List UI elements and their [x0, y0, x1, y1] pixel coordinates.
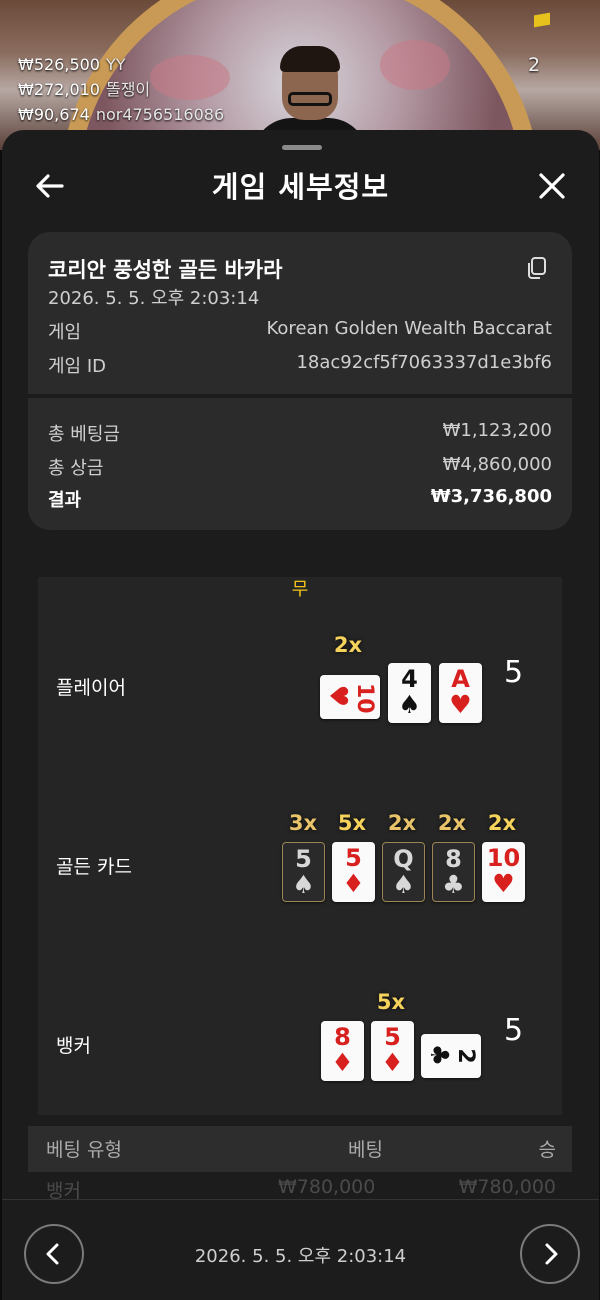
game-label: 게임 — [48, 322, 82, 343]
golden-card-label: 골든 카드 — [56, 856, 132, 878]
card-rank: 5 — [384, 1023, 401, 1051]
result-value: ₩3,736,800 — [430, 486, 552, 507]
result-label: 결과 — [48, 490, 82, 511]
game-id-value: 18ac92cf5f7063337d1e3bf6 — [296, 352, 552, 373]
winner-entry: ₩272,010 똘쟁이 — [18, 77, 224, 102]
golden-card: 5 ♠ — [282, 842, 325, 902]
flag-icon — [534, 12, 550, 28]
bet-amount-header: 베팅 — [348, 1139, 383, 1161]
banker-label: 뱅커 — [56, 1035, 91, 1057]
golden-multiplier: 2x — [387, 811, 417, 835]
card-rank: 10 — [352, 683, 377, 714]
golden-multiplier: 5x — [337, 811, 367, 835]
card-rank: 5 — [295, 845, 312, 873]
banker-card: 5 ♦ — [371, 1021, 414, 1081]
card-rank: A — [451, 665, 470, 693]
bet-win-cell: ₩780,000 — [458, 1176, 556, 1198]
banker-card: 8 ♦ — [321, 1021, 364, 1081]
game-datetime: 2026. 5. 5. 오후 2:03:14 — [48, 288, 260, 309]
game-value: Korean Golden Wealth Baccarat — [266, 318, 552, 339]
game-id-label: 게임 ID — [48, 356, 107, 377]
total-bet-label: 총 베팅금 — [48, 424, 120, 445]
page-title: 게임 세부정보 — [211, 170, 390, 204]
close-icon — [539, 173, 565, 199]
player-card: 4 ♠ — [388, 663, 431, 723]
round-result-board: 무 플레이어 2x 10 ♥ 4 ♠ A ♥ 5 골든 카드 3x 5x 2x … — [38, 577, 562, 1115]
heart-suit-icon: ♥ — [449, 690, 472, 719]
golden-card: 5 ♦ — [332, 842, 375, 902]
copy-icon — [528, 257, 546, 279]
round-navigation-footer: 2026. 5. 5. 오후 2:03:14 — [2, 1199, 599, 1300]
player-multiplier: 2x — [333, 633, 363, 657]
heart-suit-icon: ♥ — [492, 869, 515, 898]
winner-amount: ₩90,674 — [18, 105, 90, 124]
close-button[interactable] — [534, 168, 570, 204]
player-card: 10 ♥ — [320, 675, 380, 719]
player-label: 플레이어 — [56, 677, 126, 699]
bet-summary-card: 총 베팅금 ₩1,123,200 총 상금 ₩4,860,000 결과 ₩3,7… — [28, 398, 572, 530]
bet-amount-cell: ₩780,000 — [278, 1176, 376, 1198]
golden-card: 10 ♥ — [482, 842, 525, 902]
winners-list: ₩526,500 YY ₩272,010 똘쟁이 ₩90,674 nor4756516… — [18, 52, 224, 127]
next-round-button[interactable] — [520, 1224, 580, 1284]
club-suit-icon: ♣ — [442, 870, 465, 899]
winner-name: YY — [105, 55, 126, 74]
winner-amount: ₩272,010 — [18, 80, 100, 99]
chevron-right-icon — [545, 1243, 558, 1265]
card-rank: 5 — [345, 844, 362, 872]
card-rank: 8 — [334, 1023, 351, 1051]
table-row: 뱅커 ₩780,000 ₩780,000 — [28, 1172, 572, 1202]
sheet-grabber-handle[interactable] — [282, 145, 322, 150]
blossom-decoration — [380, 40, 450, 90]
spade-suit-icon: ♠ — [392, 870, 415, 899]
bet-type-header: 베팅 유형 — [46, 1139, 122, 1161]
game-info-card: 코리안 풍성한 골든 바카라 2026. 5. 5. 오후 2:03:14 게임… — [28, 232, 572, 394]
viewer-count: 2 — [528, 54, 541, 76]
banker-multiplier: 5x — [376, 990, 406, 1014]
card-rank: 8 — [445, 845, 462, 873]
tie-label: 무 — [291, 579, 309, 600]
player-card: A ♥ — [439, 663, 482, 723]
footer-datetime: 2026. 5. 5. 오후 2:03:14 — [194, 1246, 407, 1267]
diamond-suit-icon: ♦ — [331, 1048, 354, 1077]
dealer-hair — [280, 46, 340, 72]
app-root: 2 ₩526,500 YY ₩272,010 똘쟁이 ₩90,674 nor47565… — [0, 0, 600, 1300]
golden-multiplier: 2x — [487, 811, 517, 835]
total-win-value: ₩4,860,000 — [442, 454, 552, 475]
copy-button[interactable] — [526, 256, 548, 280]
card-rank: 4 — [401, 665, 418, 693]
golden-card: Q ♠ — [382, 842, 425, 902]
diamond-suit-icon: ♦ — [381, 1048, 404, 1077]
game-details-sheet: 게임 세부정보 코리안 풍성한 골든 바카라 2026. 5. 5. 오후 2:… — [2, 130, 599, 1300]
banker-card: 2 ♣ — [421, 1034, 481, 1078]
total-win-label: 총 상금 — [48, 458, 104, 479]
winner-entry: ₩90,674 nor4756516086 — [18, 102, 224, 127]
bet-table-header: 베팅 유형 베팅 승 — [28, 1126, 572, 1172]
total-bet-value: ₩1,123,200 — [442, 420, 552, 441]
spade-suit-icon: ♠ — [292, 870, 315, 899]
dealer-glasses — [288, 92, 332, 106]
banker-score: 5 — [504, 1013, 524, 1048]
winner-amount: ₩526,500 — [18, 55, 100, 74]
spade-suit-icon: ♠ — [398, 690, 421, 719]
golden-card: 8 ♣ — [432, 842, 475, 902]
winner-entry: ₩526,500 YY — [18, 52, 224, 77]
live-stream-background: 2 ₩526,500 YY ₩272,010 똘쟁이 ₩90,674 nor47565… — [0, 0, 600, 150]
winner-name: nor4756516086 — [95, 105, 225, 124]
card-rank: 2 — [453, 1048, 478, 1064]
club-suit-icon: ♣ — [425, 1043, 454, 1067]
golden-multiplier: 3x — [288, 811, 318, 835]
bet-win-header: 승 — [538, 1139, 556, 1161]
card-rank: 10 — [486, 844, 521, 872]
heart-suit-icon: ♥ — [324, 684, 353, 708]
golden-multiplier: 2x — [437, 811, 467, 835]
winner-name: 똘쟁이 — [105, 80, 151, 99]
game-title: 코리안 풍성한 골든 바카라 — [48, 258, 283, 282]
card-rank: Q — [393, 845, 414, 873]
player-score: 5 — [504, 655, 524, 690]
diamond-suit-icon: ♦ — [342, 869, 365, 898]
